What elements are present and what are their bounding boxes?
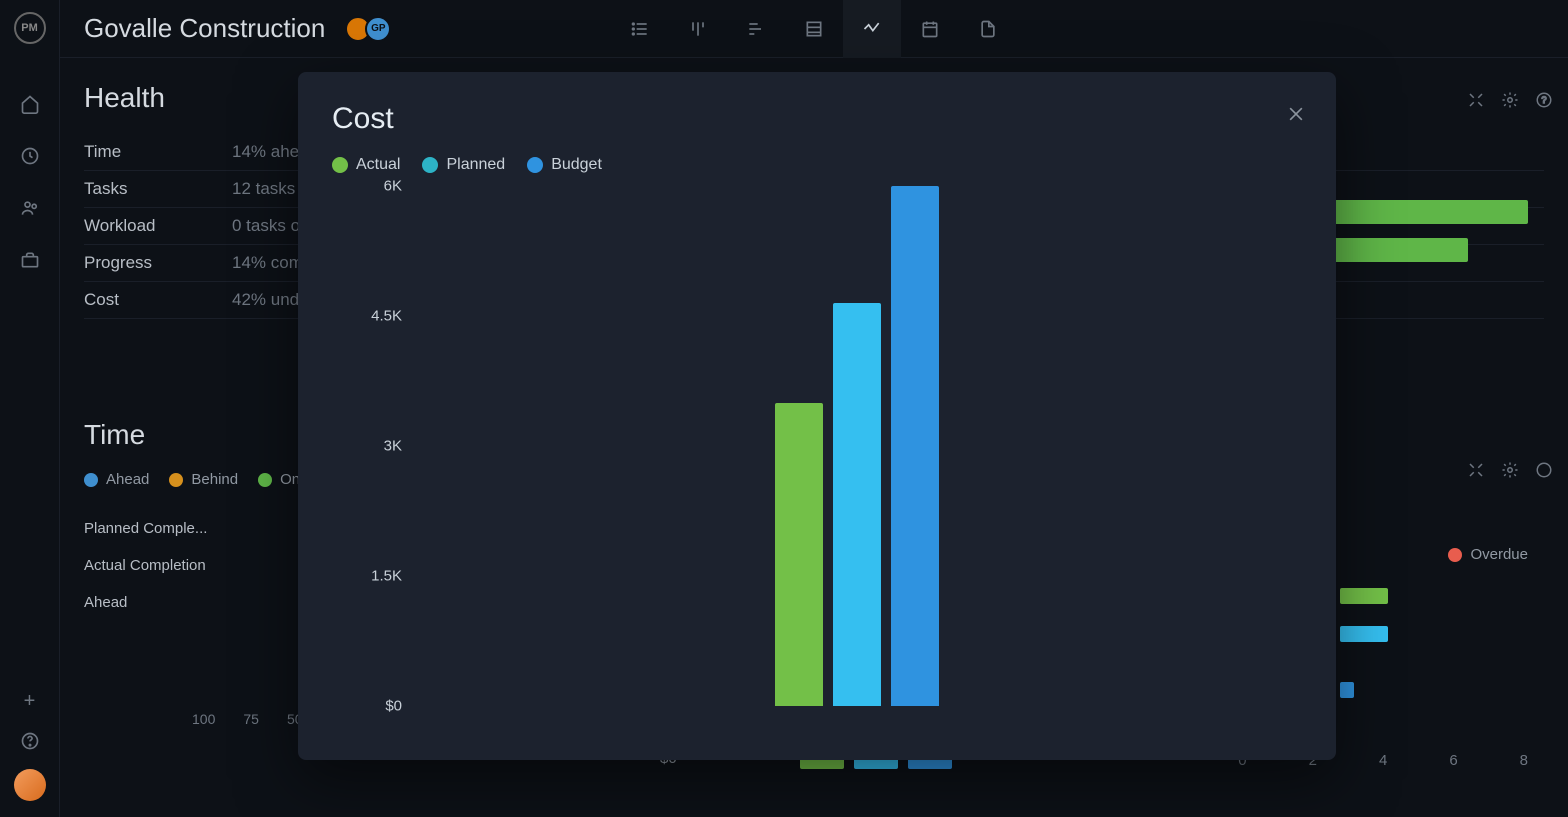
y-tick: 3K (384, 438, 402, 455)
chart-plot (422, 186, 1292, 706)
overdue-dot-icon (1448, 548, 1462, 562)
y-axis: 6K 4.5K 3K 1.5K $0 (352, 186, 402, 706)
tasks-bars (1340, 588, 1388, 720)
expand-icon[interactable] (1464, 458, 1488, 482)
left-sidebar: PM + (0, 0, 60, 817)
expand-icon[interactable] (1464, 88, 1488, 112)
gear-icon[interactable] (1498, 88, 1522, 112)
health-label: Workload (84, 216, 184, 236)
help-icon[interactable] (1532, 458, 1556, 482)
user-avatar[interactable] (14, 769, 46, 801)
chart-area: 6K 4.5K 3K 1.5K $0 (352, 186, 1302, 726)
view-sheet-icon[interactable] (785, 0, 843, 58)
bar-budget[interactable] (891, 186, 939, 706)
app-logo[interactable]: PM (14, 12, 46, 44)
view-dashboard-icon[interactable] (843, 0, 901, 58)
cost-modal: Cost Actual Planned Budget 6K 4.5K 3K 1.… (298, 72, 1336, 760)
chart-bars (775, 186, 939, 706)
legend-item: Ahead (84, 471, 149, 488)
nav-briefcase-icon[interactable] (10, 240, 50, 280)
health-value: 12 tasks t (232, 179, 305, 199)
bar-planned[interactable] (833, 303, 881, 706)
tasks-legend-overdue: Overdue (1448, 546, 1528, 563)
view-files-icon[interactable] (959, 0, 1017, 58)
y-tick: $0 (385, 698, 402, 715)
view-board-icon[interactable] (669, 0, 727, 58)
nav-recent-icon[interactable] (10, 136, 50, 176)
bar-actual[interactable] (775, 403, 823, 706)
modal-title: Cost (332, 102, 1302, 136)
avatar[interactable]: GP (365, 16, 391, 42)
y-tick: 4.5K (371, 308, 402, 325)
health-label: Time (84, 142, 184, 162)
bg-progress-bars (1328, 200, 1528, 276)
legend-item-actual: Actual (332, 156, 400, 174)
chart-legend: Actual Planned Budget (332, 156, 1302, 174)
top-bar: Govalle Construction GP (60, 0, 1568, 58)
view-gantt-icon[interactable] (727, 0, 785, 58)
member-avatars[interactable]: GP (345, 16, 391, 42)
nav-add-button[interactable]: + (10, 681, 50, 721)
nav-team-icon[interactable] (10, 188, 50, 228)
gear-icon[interactable] (1498, 458, 1522, 482)
view-tabs (611, 0, 1017, 58)
svg-text:?: ? (1541, 95, 1546, 105)
nav-help-icon[interactable] (10, 721, 50, 761)
view-calendar-icon[interactable] (901, 0, 959, 58)
legend-item-budget: Budget (527, 156, 602, 174)
y-tick: 1.5K (371, 568, 402, 585)
project-title: Govalle Construction (84, 13, 325, 44)
health-label: Tasks (84, 179, 184, 199)
view-list-icon[interactable] (611, 0, 669, 58)
help-icon[interactable]: ? (1532, 88, 1556, 112)
legend-item: Behind (169, 471, 238, 488)
health-label: Progress (84, 253, 184, 273)
nav-home-icon[interactable] (10, 84, 50, 124)
y-tick: 6K (384, 178, 402, 195)
legend-item-planned: Planned (422, 156, 505, 174)
health-label: Cost (84, 290, 184, 310)
close-icon[interactable] (1282, 100, 1310, 128)
